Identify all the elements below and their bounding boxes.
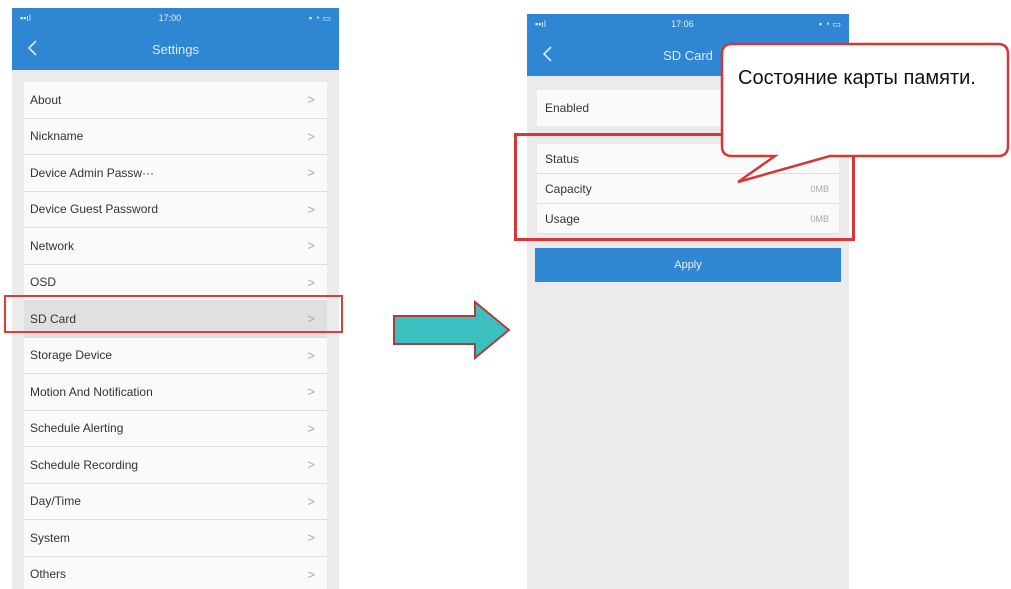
- back-button[interactable]: [22, 36, 42, 60]
- battery-icon: ▪ ◔ ▭: [308, 12, 331, 23]
- list-item-others[interactable]: Others >: [24, 556, 327, 589]
- list-item-schedule-alerting[interactable]: Schedule Alerting >: [24, 410, 327, 447]
- signal-icon: ▪▪ıl: [20, 13, 31, 23]
- nav-bar: Settings: [12, 28, 339, 70]
- chevron-left-icon: [27, 40, 37, 56]
- chevron-right-icon: >: [307, 493, 315, 509]
- list-item-schedule-recording[interactable]: Schedule Recording >: [24, 447, 327, 484]
- chevron-right-icon: >: [307, 566, 315, 582]
- signal-icon: ▪▪ıl: [535, 19, 546, 29]
- list-item-system[interactable]: System >: [24, 520, 327, 557]
- sd-card-highlight-box: [4, 295, 343, 333]
- chevron-right-icon: >: [307, 238, 315, 254]
- apply-button[interactable]: Apply: [535, 248, 841, 282]
- list-item-label: System: [30, 530, 71, 545]
- page-title: SD Card: [663, 47, 713, 63]
- list-item-label: Device Guest Password: [30, 202, 159, 217]
- speech-bubble-icon: [720, 42, 1010, 184]
- chevron-right-icon: >: [307, 92, 315, 108]
- enabled-label: Enabled: [545, 101, 590, 115]
- list-item-admin-password[interactable]: Device Admin Passw··· >: [24, 155, 327, 192]
- chevron-left-icon: [542, 46, 552, 62]
- list-item-guest-password[interactable]: Device Guest Password >: [24, 191, 327, 228]
- list-item-label: Network: [30, 238, 75, 253]
- chevron-right-icon: >: [307, 530, 315, 546]
- status-bar: ▪▪ıl 17:00 ▪ ◔ ▭: [12, 8, 339, 28]
- list-item-label: Nickname: [30, 129, 84, 144]
- chevron-right-icon: >: [307, 274, 315, 290]
- chevron-right-icon: >: [307, 201, 315, 217]
- page-title: Settings: [152, 41, 199, 57]
- list-item-about[interactable]: About >: [24, 82, 327, 119]
- status-time: 17:00: [158, 13, 182, 23]
- chevron-right-icon: >: [307, 165, 315, 181]
- list-item-label: Schedule Recording: [30, 457, 139, 472]
- list-item-label: Motion And Notification: [30, 384, 153, 399]
- list-item-network[interactable]: Network >: [24, 228, 327, 265]
- callout-text: Состояние карты памяти.: [738, 67, 976, 89]
- list-item-day-time[interactable]: Day/Time >: [24, 483, 327, 520]
- list-item-storage-device[interactable]: Storage Device >: [24, 337, 327, 374]
- list-item-label: Device Admin Passw···: [30, 165, 155, 180]
- list-item-label: Storage Device: [30, 348, 113, 363]
- list-item-motion-notification[interactable]: Motion And Notification >: [24, 374, 327, 411]
- back-button[interactable]: [537, 42, 557, 66]
- status-time: 17:06: [671, 19, 694, 29]
- list-item-label: About: [30, 92, 62, 107]
- list-item-label: Others: [30, 567, 67, 582]
- chevron-right-icon: >: [307, 347, 315, 363]
- chevron-right-icon: >: [307, 128, 315, 144]
- list-item-label: OSD: [30, 275, 57, 290]
- battery-icon: ▪ ◔ ▭: [818, 18, 841, 29]
- chevron-right-icon: >: [307, 384, 315, 400]
- list-item-nickname[interactable]: Nickname >: [24, 118, 327, 155]
- status-bar: ▪▪ıl 17:06 ▪ ◔ ▭: [527, 14, 849, 34]
- list-item-label: Day/Time: [30, 494, 81, 509]
- list-item-label: Schedule Alerting: [30, 421, 124, 436]
- chevron-right-icon: >: [307, 457, 315, 473]
- right-arrow-icon: [393, 300, 511, 360]
- chevron-right-icon: >: [307, 420, 315, 436]
